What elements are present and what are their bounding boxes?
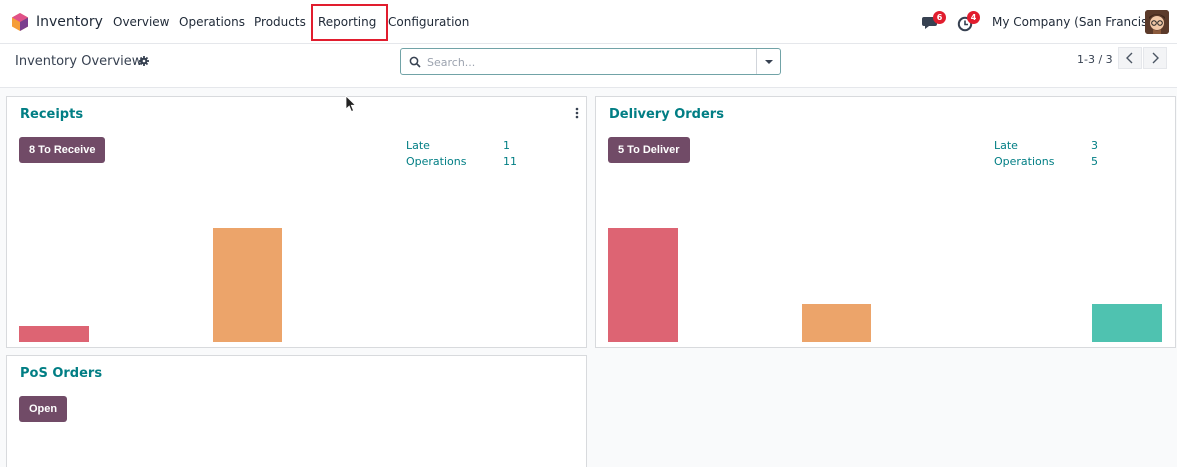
card-title[interactable]: PoS Orders [20,366,102,381]
user-avatar-image [1145,10,1169,34]
user-avatar[interactable] [1145,10,1169,34]
mouse-cursor-icon [345,95,357,113]
inventory-app-icon[interactable] [11,12,29,32]
receipts-card: Receipts 8 To Receive Late 1 Operations … [6,96,587,348]
graph-bar-today[interactable] [802,304,871,342]
app-name[interactable]: Inventory [36,14,103,30]
graph-bar-future[interactable] [1092,304,1162,342]
operations-value[interactable]: 5 [1091,155,1098,168]
caret-down-icon [765,60,773,64]
operations-value[interactable]: 11 [503,155,517,168]
menu-products[interactable]: Products [254,15,306,29]
late-label[interactable]: Late [406,139,430,152]
open-button[interactable]: Open [19,396,68,422]
pager-next-button[interactable] [1143,47,1167,69]
search-icon [409,56,421,68]
reporting-highlight-box [311,4,388,41]
pager-previous-button[interactable] [1118,47,1142,69]
messages-badge: 6 [933,11,946,24]
chevron-left-icon [1126,52,1133,64]
late-value[interactable]: 1 [503,139,510,152]
graph-bar-late[interactable] [608,228,678,342]
activities-button[interactable]: 4 [955,11,980,33]
menu-operations[interactable]: Operations [179,15,245,29]
page-title: Inventory Overview [15,54,143,69]
chevron-right-icon [1152,52,1159,64]
kebab-menu-icon[interactable] [573,107,581,119]
operations-label[interactable]: Operations [406,155,466,168]
card-title[interactable]: Delivery Orders [609,107,724,122]
late-label[interactable]: Late [994,139,1018,152]
to-deliver-button[interactable]: 5 To Deliver [608,137,690,163]
graph-bar-today[interactable] [213,228,282,342]
pager-value[interactable]: 1-3 / 3 [1077,53,1113,66]
search-bar [400,48,781,75]
operations-label[interactable]: Operations [994,155,1054,168]
top-navbar: Inventory Overview Operations Products R… [0,0,1177,44]
to-receive-button[interactable]: 8 To Receive [19,137,106,163]
gear-icon[interactable] [139,56,149,66]
search-options-toggle[interactable] [756,49,780,74]
search-input[interactable] [427,54,747,70]
menu-configuration[interactable]: Configuration [388,15,469,29]
pos-orders-card: PoS Orders Open [6,355,587,467]
activities-badge: 4 [967,11,980,24]
graph-bar-late[interactable] [19,326,89,342]
card-title[interactable]: Receipts [20,107,83,122]
company-switcher[interactable]: My Company (San Francisco) [992,15,1166,29]
messages-button[interactable]: 6 [921,11,946,33]
delivery-orders-card: Delivery Orders 5 To Deliver Late 3 Oper… [595,96,1176,348]
late-value[interactable]: 3 [1091,139,1098,152]
control-panel: Inventory Overview 1-3 / 3 [0,44,1177,88]
menu-overview[interactable]: Overview [113,15,170,29]
